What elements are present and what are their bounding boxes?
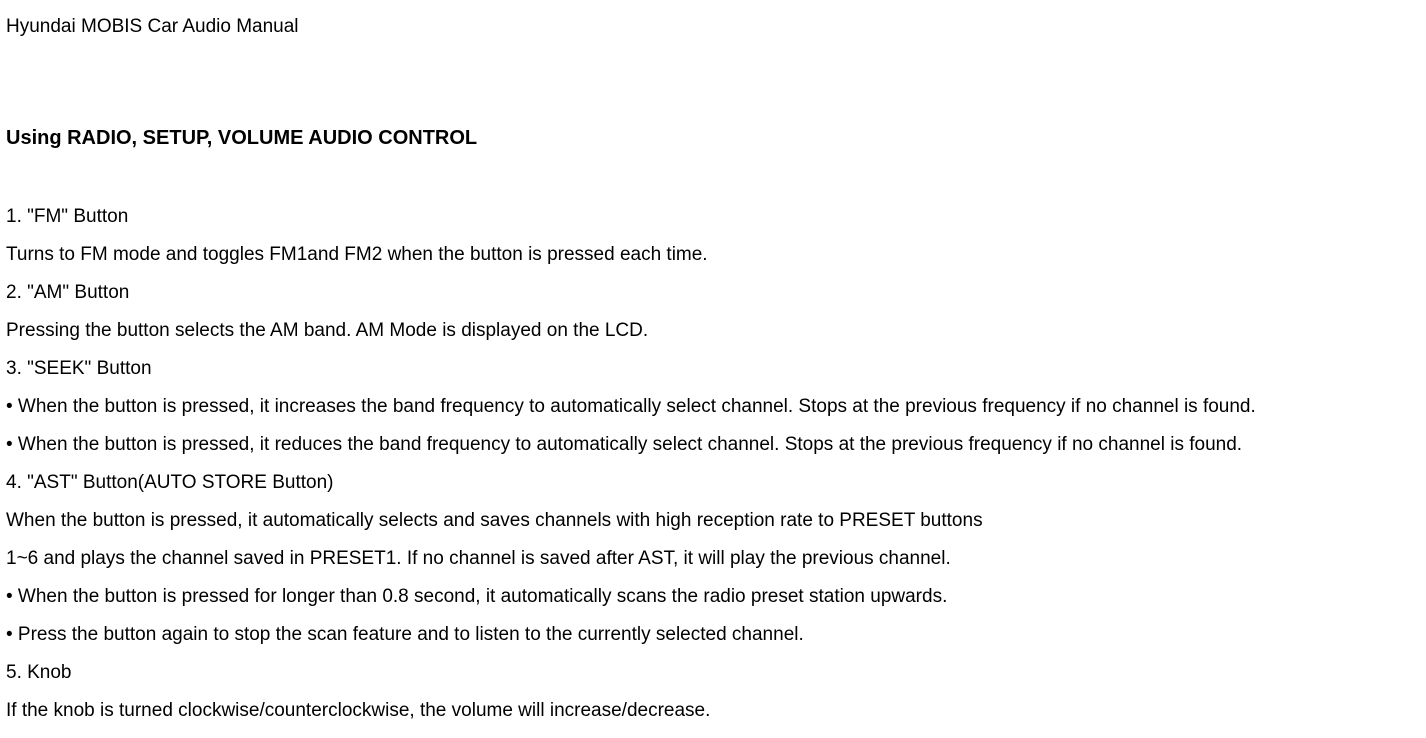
line-2: 2. "AM" Button [6, 274, 1420, 312]
line-8: When the button is pressed, it automatic… [6, 502, 1420, 540]
section-heading: Using RADIO, SETUP, VOLUME AUDIO CONTROL [6, 118, 1420, 158]
line-3: Pressing the button selects the AM band.… [6, 312, 1420, 350]
line-13: If the knob is turned clockwise/counterc… [6, 692, 1420, 730]
line-4: 3. "SEEK" Button [6, 350, 1420, 388]
document-title: Hyundai MOBIS Car Audio Manual [6, 8, 1420, 46]
line-10-bullet: • When the button is pressed for longer … [6, 578, 1420, 616]
line-0: 1. "FM" Button [6, 198, 1420, 236]
line-6-bullet: • When the button is pressed, it reduces… [6, 426, 1420, 464]
line-11-bullet: • Press the button again to stop the sca… [6, 616, 1420, 654]
line-5-bullet: • When the button is pressed, it increas… [6, 388, 1420, 426]
line-7: 4. "AST" Button(AUTO STORE Button) [6, 464, 1420, 502]
line-12: 5. Knob [6, 654, 1420, 692]
line-9: 1~6 and plays the channel saved in PRESE… [6, 540, 1420, 578]
line-1: Turns to FM mode and toggles FM1and FM2 … [6, 236, 1420, 274]
